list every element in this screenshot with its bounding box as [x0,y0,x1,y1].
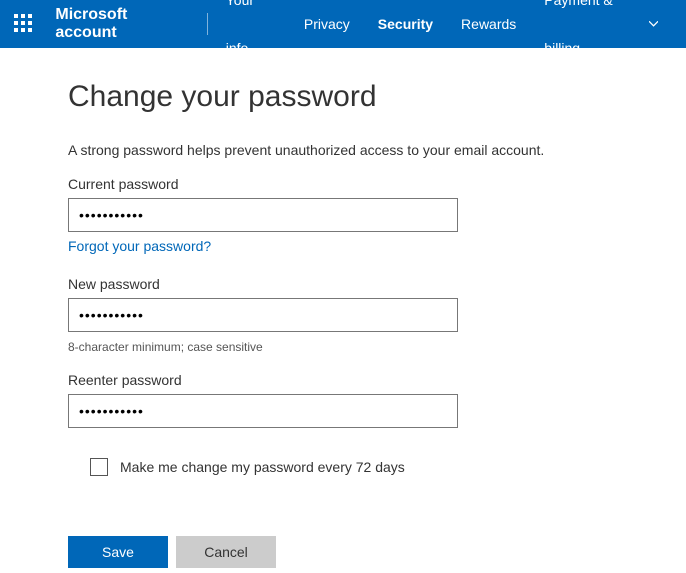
nav-payment-billing-label: Payment & billing [544,0,643,72]
nav-your-info[interactable]: Your info [212,0,290,72]
nav-rewards[interactable]: Rewards [447,0,530,72]
expiry-checkbox-row: Make me change my password every 72 days [90,458,600,476]
new-password-input[interactable] [68,298,458,332]
password-hint: 8-character minimum; case sensitive [68,340,600,354]
nav-payment-billing[interactable]: Payment & billing [530,0,672,72]
expiry-checkbox-label[interactable]: Make me change my password every 72 days [120,459,405,475]
chevron-down-icon [649,21,658,27]
nav-privacy[interactable]: Privacy [290,0,364,72]
reenter-password-input[interactable] [68,394,458,428]
expiry-checkbox[interactable] [90,458,108,476]
save-button[interactable]: Save [68,536,168,568]
action-buttons: Save Cancel [68,536,600,568]
main-content: Change your password A strong password h… [0,48,600,568]
page-title: Change your password [68,80,600,114]
reenter-password-block: Reenter password [68,372,600,428]
page-subtitle: A strong password helps prevent unauthor… [68,142,600,158]
app-launcher-icon[interactable] [14,14,33,34]
new-password-block: New password 8-character minimum; case s… [68,276,600,354]
current-password-label: Current password [68,176,600,192]
cancel-button[interactable]: Cancel [176,536,276,568]
top-nav: Microsoft account Your info Privacy Secu… [0,0,686,48]
current-password-block: Current password Forgot your password? [68,176,600,254]
reenter-password-label: Reenter password [68,372,600,388]
current-password-input[interactable] [68,198,458,232]
nav-separator [207,13,208,35]
nav-security[interactable]: Security [364,0,447,72]
new-password-label: New password [68,276,600,292]
brand-title[interactable]: Microsoft account [55,6,206,42]
nav-links: Your info Privacy Security Rewards Payme… [212,0,672,72]
forgot-password-link[interactable]: Forgot your password? [68,238,211,254]
